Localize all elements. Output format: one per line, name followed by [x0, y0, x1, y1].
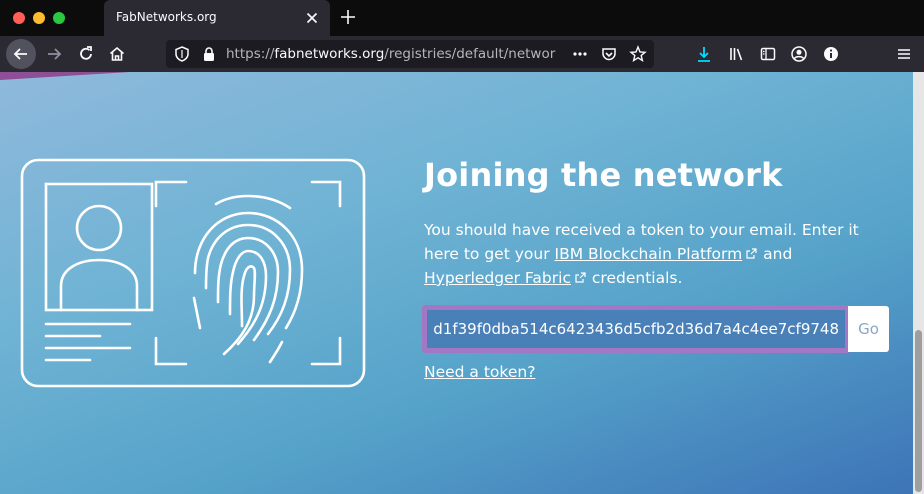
- download-icon[interactable]: [695, 45, 713, 63]
- ibm-blockchain-link[interactable]: IBM Blockchain Platform: [555, 245, 743, 263]
- home-icon: [109, 46, 125, 61]
- go-button[interactable]: Go: [848, 306, 889, 352]
- info-icon[interactable]: [822, 45, 840, 63]
- and-text: and: [763, 245, 793, 263]
- forward-arrow-icon: [48, 48, 62, 60]
- tab-strip: FabNetworks.org: [0, 0, 924, 36]
- token-input[interactable]: [427, 310, 845, 348]
- back-arrow-icon: [13, 48, 27, 60]
- need-token-link[interactable]: Need a token?: [424, 363, 535, 381]
- instructions-text: You should have received a token to your…: [424, 218, 864, 290]
- url-path: /registries/default/networks/D: [384, 46, 556, 62]
- shield-icon[interactable]: [173, 45, 191, 63]
- sidebar-icon[interactable]: [759, 45, 777, 63]
- decorative-strip: [0, 72, 130, 80]
- navigation-toolbar: https://fabnetworks.org/registries/defau…: [0, 36, 924, 98]
- plus-icon[interactable]: [338, 7, 358, 27]
- window-close-button[interactable]: [13, 12, 25, 24]
- url-protocol: https://: [226, 46, 275, 62]
- reload-button[interactable]: [72, 40, 100, 68]
- lock-icon[interactable]: [200, 45, 218, 63]
- external-link-icon: [746, 248, 757, 259]
- more-icon[interactable]: [571, 45, 589, 63]
- instructions-outro: credentials.: [591, 269, 683, 287]
- token-input-frame: [422, 305, 850, 353]
- reload-icon: [80, 46, 92, 60]
- window-zoom-button[interactable]: [53, 12, 65, 24]
- account-icon[interactable]: [790, 45, 808, 63]
- home-button[interactable]: [103, 40, 131, 68]
- library-icon[interactable]: [728, 45, 746, 63]
- address-bar[interactable]: https://fabnetworks.org/registries/defau…: [166, 40, 654, 68]
- page-title: Joining the network: [424, 156, 783, 194]
- url-text: https://fabnetworks.org/registries/defau…: [226, 46, 556, 62]
- page-content: Joining the network You should have rece…: [0, 72, 913, 494]
- tab-title: FabNetworks.org: [116, 10, 217, 24]
- tab-fabnetworks[interactable]: FabNetworks.org: [104, 0, 330, 36]
- back-button[interactable]: [6, 39, 36, 69]
- menu-icon[interactable]: [895, 45, 913, 63]
- star-icon[interactable]: [629, 45, 647, 63]
- scrollbar[interactable]: [913, 72, 924, 494]
- close-icon[interactable]: [303, 9, 321, 27]
- url-domain: fabnetworks.org: [274, 46, 385, 62]
- forward-button[interactable]: [40, 40, 68, 68]
- window-minimize-button[interactable]: [33, 12, 45, 24]
- pocket-icon[interactable]: [600, 45, 618, 63]
- id-card-fingerprint-icon: [20, 158, 366, 388]
- hyperledger-fabric-link[interactable]: Hyperledger Fabric: [424, 269, 571, 287]
- external-link-icon: [575, 272, 586, 283]
- scrollbar-thumb[interactable]: [915, 330, 922, 492]
